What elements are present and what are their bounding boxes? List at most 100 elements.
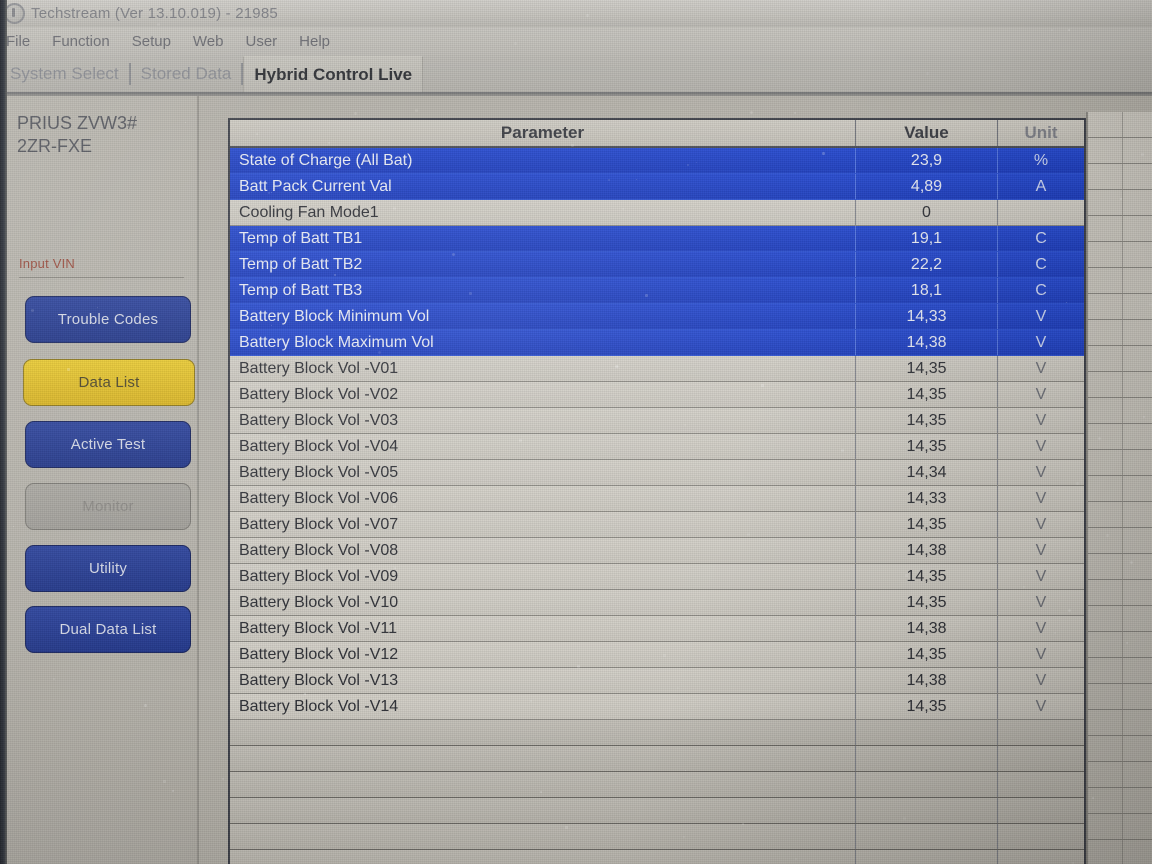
dust-speck bbox=[354, 112, 357, 115]
right-panel-row bbox=[1088, 606, 1152, 632]
cell-value: 14,35 bbox=[856, 512, 998, 537]
menu-item-help[interactable]: Help bbox=[288, 33, 341, 50]
right-panel-row bbox=[1088, 528, 1152, 554]
table-row[interactable]: Batt Pack Current Val 4,89 A bbox=[230, 174, 1084, 200]
cell-value: 14,35 bbox=[856, 590, 998, 615]
cell-parameter: Battery Block Vol -V06 bbox=[230, 486, 856, 511]
table-row[interactable]: Battery Block Vol -V05 14,34 V bbox=[230, 460, 1084, 486]
table-row[interactable]: Temp of Batt TB2 22,2 C bbox=[230, 252, 1084, 278]
right-panel-row bbox=[1088, 294, 1152, 320]
tab-strip: System Select Stored Data Hybrid Control L… bbox=[0, 55, 1152, 93]
cell-value: 14,35 bbox=[856, 356, 998, 381]
table-row[interactable]: Battery Block Vol -V07 14,35 V bbox=[230, 512, 1084, 538]
table-row[interactable]: Battery Block Vol -V09 14,35 V bbox=[230, 564, 1084, 590]
dust-speck bbox=[223, 828, 225, 830]
menu-item-user[interactable]: User bbox=[235, 33, 289, 50]
table-row[interactable]: Temp of Batt TB3 18,1 C bbox=[230, 278, 1084, 304]
table-row[interactable]: Battery Block Vol -V03 14,35 V bbox=[230, 408, 1084, 434]
cell-parameter: Battery Block Vol -V01 bbox=[230, 356, 856, 381]
column-header-unit[interactable]: Unit bbox=[998, 120, 1084, 146]
right-panel-row bbox=[1088, 320, 1152, 346]
table-row[interactable]: Cooling Fan Mode1 0 bbox=[230, 200, 1084, 226]
cell-unit: V bbox=[1035, 541, 1047, 559]
right-panel-divider bbox=[1122, 112, 1123, 864]
cell-parameter: Battery Block Vol -V02 bbox=[230, 382, 856, 407]
cell-empty bbox=[998, 824, 1084, 849]
table-row[interactable]: Battery Block Vol -V14 14,35 V bbox=[230, 694, 1084, 720]
cell-parameter: Batt Pack Current Val bbox=[230, 174, 856, 199]
menu-item-setup[interactable]: Setup bbox=[121, 33, 182, 50]
cell-value: 0 bbox=[856, 200, 998, 225]
table-row[interactable]: Battery Block Vol -V06 14,33 V bbox=[230, 486, 1084, 512]
cell-value: 14,35 bbox=[856, 382, 998, 407]
techstream-application-window: Techstream (Ver 13.10.019) - 21985 File F… bbox=[0, 0, 1152, 864]
tab-list: System Select Stored Data Hybrid Control L… bbox=[0, 55, 424, 93]
right-panel-row bbox=[1088, 190, 1152, 216]
table-row[interactable]: Temp of Batt TB1 19,1 C bbox=[230, 226, 1084, 252]
column-header-parameter[interactable]: Parameter bbox=[230, 120, 856, 146]
table-row[interactable]: Battery Block Vol -V13 14,38 V bbox=[230, 668, 1084, 694]
vehicle-engine-label: 2ZR-FXE bbox=[17, 136, 93, 156]
table-row[interactable]: Battery Block Vol -V08 14,38 V bbox=[230, 538, 1084, 564]
right-panel-row bbox=[1088, 372, 1152, 398]
cell-empty bbox=[998, 772, 1084, 797]
menu-item-web[interactable]: Web bbox=[182, 33, 235, 50]
cell-parameter: Battery Block Vol -V08 bbox=[230, 538, 856, 563]
dust-speck bbox=[794, 112, 797, 115]
sidebar-button-utility[interactable]: Utility bbox=[25, 545, 191, 592]
table-row[interactable]: Battery Block Vol -V01 14,35 V bbox=[230, 356, 1084, 382]
cell-parameter: Battery Block Vol -V05 bbox=[230, 460, 856, 485]
table-row[interactable]: Battery Block Minimum Vol 14,33 V bbox=[230, 304, 1084, 330]
window-title: Techstream (Ver 13.10.019) - 21985 bbox=[31, 5, 278, 22]
right-panel-row bbox=[1088, 476, 1152, 502]
right-panel-row bbox=[1088, 242, 1152, 268]
cell-value: 14,33 bbox=[856, 304, 998, 329]
cell-parameter: Battery Block Vol -V07 bbox=[230, 512, 856, 537]
cell-unit: V bbox=[1035, 307, 1047, 325]
cell-empty bbox=[856, 850, 998, 864]
data-list-table[interactable]: Parameter Value Unit State of Charge (Al… bbox=[228, 118, 1086, 864]
dust-speck bbox=[415, 109, 418, 112]
table-row-empty[interactable] bbox=[230, 798, 1084, 824]
cell-value: 14,38 bbox=[856, 538, 998, 563]
table-header-row: Parameter Value Unit bbox=[230, 120, 1084, 148]
column-header-value[interactable]: Value bbox=[856, 120, 998, 146]
cell-parameter: Temp of Batt TB1 bbox=[230, 226, 856, 251]
cell-value: 14,35 bbox=[856, 434, 998, 459]
table-row[interactable]: Battery Block Vol -V12 14,35 V bbox=[230, 642, 1084, 668]
table-row[interactable]: Battery Block Maximum Vol 14,38 V bbox=[230, 330, 1084, 356]
cell-parameter: Battery Block Vol -V03 bbox=[230, 408, 856, 433]
cell-parameter: Battery Block Maximum Vol bbox=[230, 330, 856, 355]
right-panel-row bbox=[1088, 502, 1152, 528]
cell-unit: V bbox=[1035, 411, 1047, 429]
tab-system-select[interactable]: System Select bbox=[0, 57, 129, 91]
sidebar-button-trouble-codes[interactable]: Trouble Codes bbox=[25, 296, 191, 343]
table-row[interactable]: Battery Block Vol -V11 14,38 V bbox=[230, 616, 1084, 642]
sidebar-button-dual-data-list[interactable]: Dual Data List bbox=[25, 606, 191, 653]
table-row-empty[interactable] bbox=[230, 720, 1084, 746]
table-row[interactable]: Battery Block Vol -V02 14,35 V bbox=[230, 382, 1084, 408]
table-row-empty[interactable] bbox=[230, 850, 1084, 864]
dust-speck bbox=[222, 180, 223, 181]
menu-bar: File Function Setup Web User Help bbox=[0, 27, 1152, 55]
right-panel-row bbox=[1088, 814, 1152, 840]
cell-empty bbox=[856, 772, 998, 797]
right-panel-row bbox=[1088, 346, 1152, 372]
table-row-empty[interactable] bbox=[230, 772, 1084, 798]
table-row-empty[interactable] bbox=[230, 824, 1084, 850]
vehicle-model-label: PRIUS ZVW3# bbox=[17, 113, 138, 133]
sidebar-button-data-list[interactable]: Data List bbox=[23, 359, 195, 406]
right-panel-row bbox=[1088, 736, 1152, 762]
menu-item-function[interactable]: Function bbox=[41, 33, 121, 50]
cell-unit: V bbox=[1035, 333, 1047, 351]
tab-stored-data[interactable]: Stored Data bbox=[131, 57, 242, 91]
tab-hybrid-control-live[interactable]: Hybrid Control Live bbox=[243, 55, 424, 93]
table-row[interactable]: State of Charge (All Bat) 23,9% bbox=[230, 148, 1084, 174]
sidebar-button-active-test[interactable]: Active Test bbox=[25, 421, 191, 468]
cell-empty bbox=[856, 824, 998, 849]
table-row[interactable]: Battery Block Vol -V10 14,35 V bbox=[230, 590, 1084, 616]
cell-empty bbox=[998, 798, 1084, 823]
cell-parameter: Battery Block Vol -V12 bbox=[230, 642, 856, 667]
table-row-empty[interactable] bbox=[230, 746, 1084, 772]
table-row[interactable]: Battery Block Vol -V04 14,35 V bbox=[230, 434, 1084, 460]
